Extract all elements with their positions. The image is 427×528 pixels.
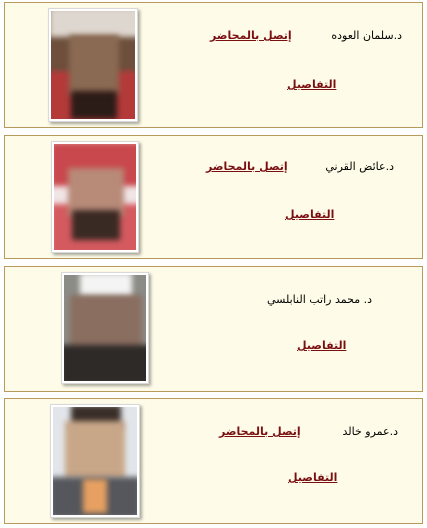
scholar-name: د.سلمان العوده	[331, 29, 402, 42]
details-link[interactable]: التفاصيل	[297, 339, 346, 352]
scholar-name: د.عائض القرني	[325, 160, 394, 173]
scholar-photo	[61, 272, 149, 384]
contact-lecturer-link[interactable]: إتصل بالمحاضر	[210, 29, 292, 42]
details-link[interactable]: التفاصيل	[288, 471, 337, 484]
scholar-card: د.عمرو خالد إتصل بالمحاضر التفاصيل	[4, 398, 423, 524]
scholar-photo	[50, 404, 140, 518]
details-link[interactable]: التفاصيل	[287, 78, 336, 91]
scholar-name: د.عمرو خالد	[342, 425, 398, 438]
contact-lecturer-link[interactable]: إتصل بالمحاضر	[206, 160, 288, 173]
details-link[interactable]: التفاصيل	[285, 208, 334, 221]
scholar-card: د.سلمان العوده إتصل بالمحاضر التفاصيل	[4, 2, 423, 128]
scholar-photo	[48, 8, 138, 122]
contact-lecturer-link[interactable]: إتصل بالمحاضر	[219, 425, 301, 438]
scholar-card: د.عائض القرني إتصل بالمحاضر التفاصيل	[4, 135, 423, 259]
scholar-name: د. محمد راتب النابلسي	[266, 293, 372, 306]
scholar-card: د. محمد راتب النابلسي التفاصيل	[4, 266, 423, 392]
scholar-photo	[51, 141, 139, 253]
